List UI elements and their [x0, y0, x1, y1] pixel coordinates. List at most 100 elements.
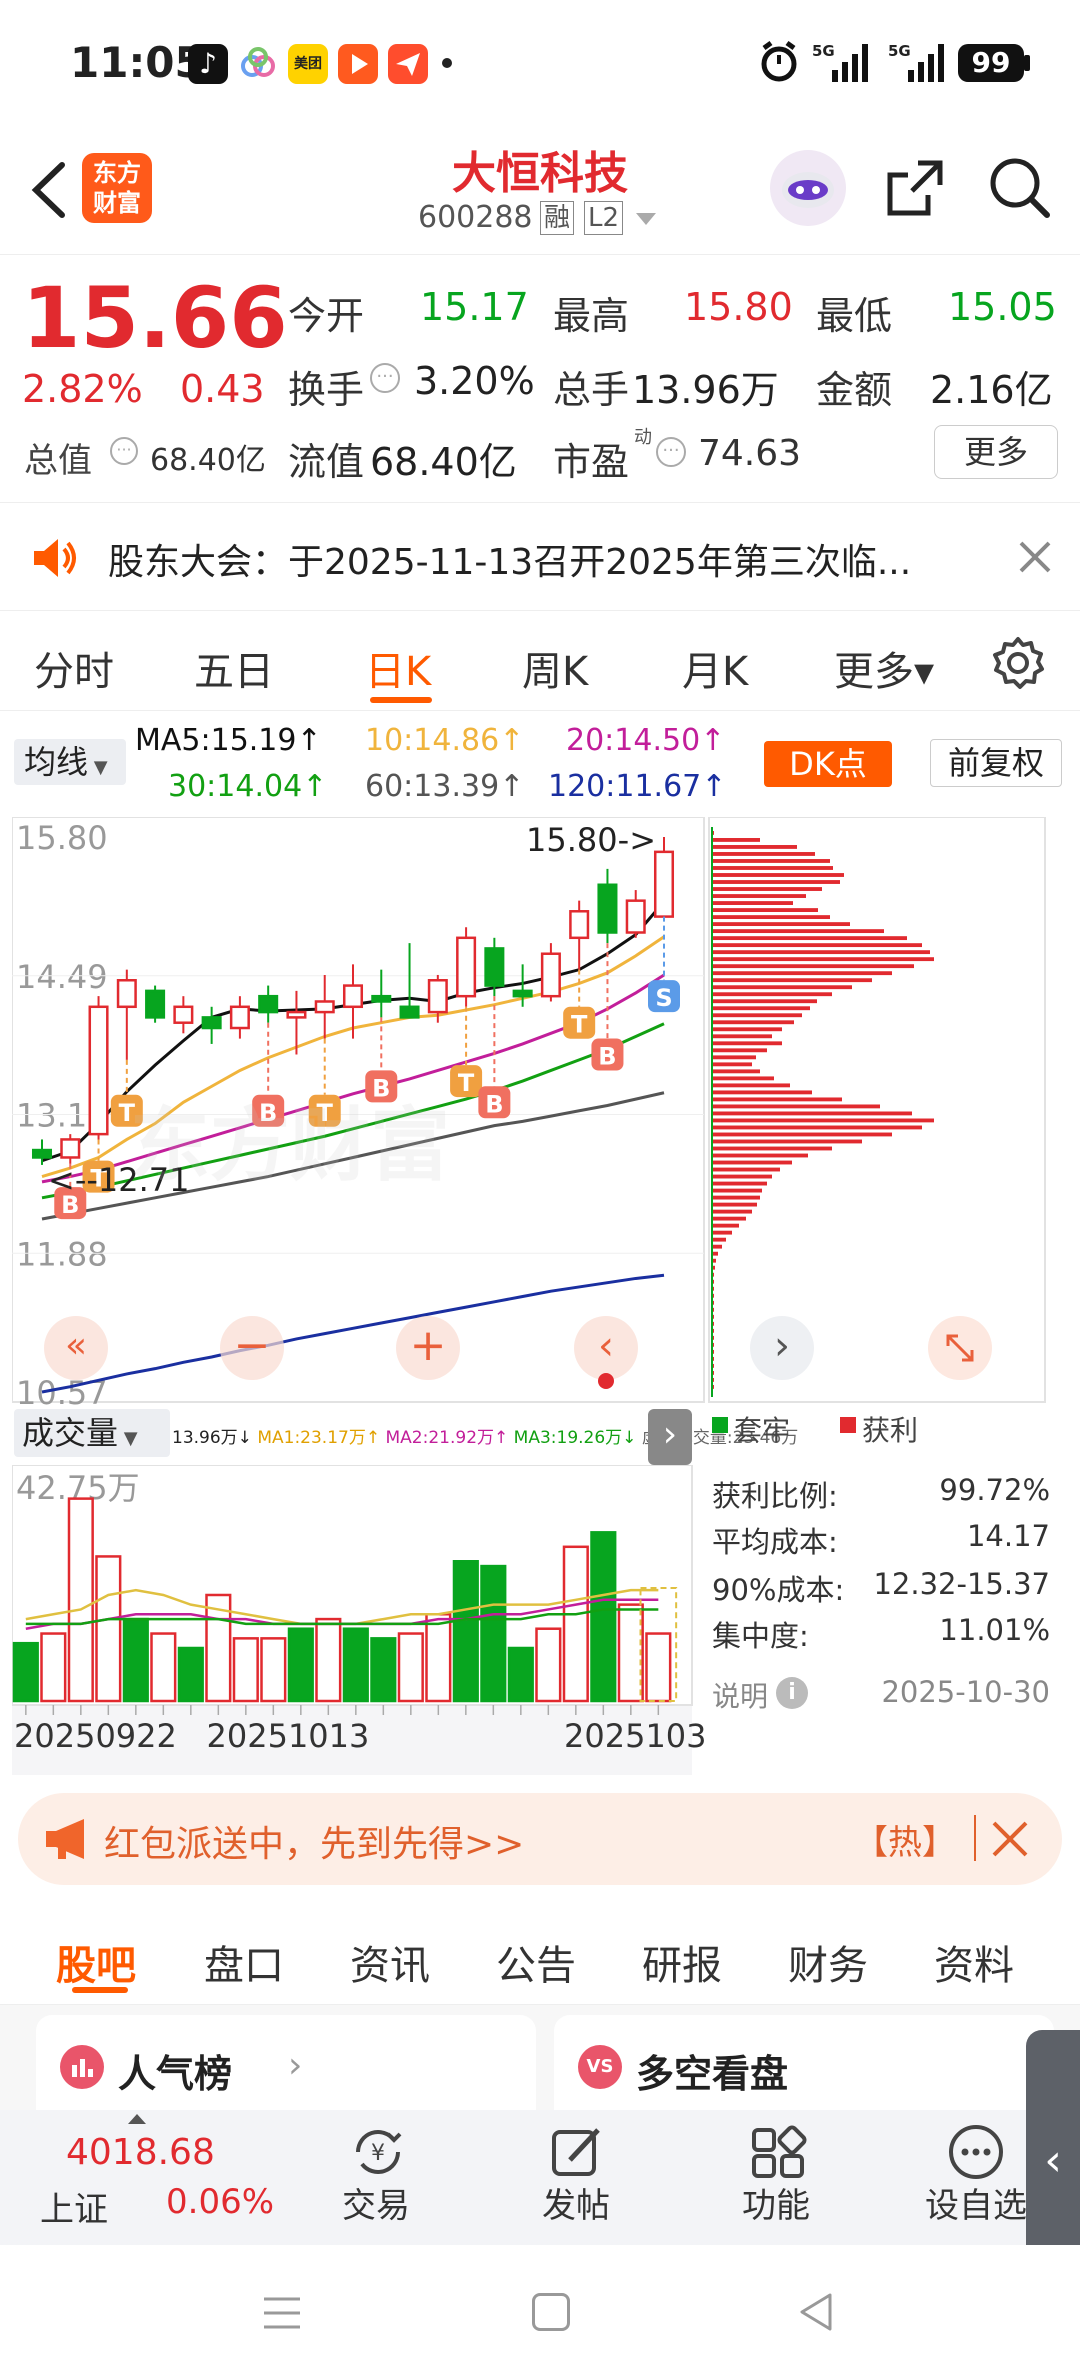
chip-bar [712, 1083, 790, 1088]
zoom-out-button[interactable]: − [220, 1316, 284, 1380]
cost90-label: 90%成本: [712, 1573, 845, 1607]
position-dot [598, 1373, 614, 1389]
zoom-in-button[interactable]: + [396, 1316, 460, 1380]
ai-assistant-avatar[interactable] [770, 150, 846, 226]
tab-weekly-k[interactable]: 周K [522, 639, 588, 697]
volume-bar [507, 1646, 534, 1703]
profit-ratio-label: 获利比例: [712, 1479, 838, 1513]
nav-trade[interactable]: ¥ 交易 [276, 2110, 476, 2245]
tab-profile[interactable]: 资料 [934, 1933, 1014, 1991]
volume-bar [590, 1531, 617, 1703]
tab-orderbook[interactable]: 盘口 [204, 1933, 284, 1991]
nav-functions[interactable]: 功能 [676, 2110, 876, 2245]
chip-bar [712, 1139, 862, 1144]
menu-icon[interactable] [262, 2295, 302, 2331]
tab-news[interactable]: 资讯 [350, 1933, 430, 1991]
expand-icon[interactable] [928, 1316, 992, 1380]
share-icon[interactable] [880, 153, 950, 223]
volume-expand-button[interactable]: › [648, 1409, 692, 1465]
close-icon[interactable] [1015, 537, 1055, 577]
pe-value: 74.63 [698, 433, 802, 474]
open-value: 15.17 [420, 285, 529, 329]
info-icon[interactable]: ··· [370, 363, 400, 393]
nav-post[interactable]: 发帖 [476, 2110, 676, 2245]
banner-close-icon[interactable] [988, 1817, 1032, 1861]
info-icon-2[interactable]: ··· [110, 437, 138, 465]
bull-bear-title: 多空看盘 [636, 2052, 789, 2096]
tab-research[interactable]: 研报 [642, 1933, 722, 1991]
bull-bear-card[interactable]: VS 多空看盘 [554, 2015, 1054, 2125]
chip-bar [712, 971, 892, 976]
chevron-down-icon[interactable] [636, 213, 656, 225]
chip-bar [712, 1111, 912, 1116]
index-name: 上证 [40, 2190, 108, 2230]
volume-legend: 13.96万↓ MA1:23.17万↑ MA2:21.92万↑ MA3:19.2… [172, 1423, 798, 1448]
chip-distribution-chart[interactable] [708, 817, 1048, 1407]
candle-body [88, 1005, 109, 1136]
send-app-icon [388, 44, 428, 84]
promo-banner[interactable]: 红包派送中，先到先得>> 【热】 [18, 1793, 1062, 1885]
bottom-nav: 4018.68 上证 0.06% ¥ 交易 发帖 功能 设自选 [0, 2110, 1080, 2245]
tab-five-day[interactable]: 五日 [194, 639, 274, 697]
home-icon[interactable] [532, 2293, 570, 2331]
amount-label: 金额 [816, 368, 893, 412]
candle-body [229, 1005, 250, 1030]
candle-body [201, 1016, 222, 1030]
tab-finance[interactable]: 财务 [788, 1933, 868, 1991]
notice-bar[interactable]: 股东大会：于2025-11-13召开2025年第三次临... [0, 503, 1080, 611]
tab-monthly-k[interactable]: 月K [682, 639, 748, 697]
more-notifications-icon [442, 58, 452, 68]
back-icon[interactable] [20, 155, 80, 225]
candle-body [145, 989, 166, 1019]
chip-next-button[interactable]: › [750, 1316, 814, 1380]
watermark: 东方财富 [130, 1099, 450, 1192]
volume-bar [150, 1632, 177, 1703]
tab-announcements[interactable]: 公告 [496, 1933, 576, 1991]
adjust-button[interactable]: 前复权 [930, 739, 1062, 787]
volume-selector[interactable]: 成交量 ▼ [14, 1409, 170, 1457]
candle-body [540, 952, 561, 998]
index-value[interactable]: 4018.68 [66, 2132, 215, 2173]
chip-bar [712, 1020, 794, 1025]
chip-bar [712, 1118, 934, 1123]
chip-bar [712, 845, 797, 849]
more-button[interactable]: 更多 [934, 425, 1058, 479]
profit-ratio-value: 99.72% [939, 1473, 1050, 1507]
float-cap-value: 68.40亿 [370, 440, 517, 484]
ma20-value: 20:14.50↑ [566, 723, 726, 758]
dk-point-button[interactable]: DK点 [764, 741, 892, 787]
chip-bar [712, 1202, 757, 1207]
signal-label: T [458, 1069, 475, 1097]
profit-swatch [840, 1417, 856, 1433]
market-cap-value: 68.40亿 [150, 443, 266, 478]
nav-functions-label: 功能 [742, 2186, 810, 2226]
scroll-left-fast-button[interactable]: « [44, 1316, 108, 1380]
back-triangle-icon[interactable] [796, 2291, 836, 2333]
tab-daily-k[interactable]: 日K [365, 639, 431, 697]
tab-more[interactable]: 更多▾ [834, 639, 934, 697]
volume-bar [397, 1632, 424, 1703]
candle-body [484, 947, 505, 987]
volume-value: 13.96万 [632, 368, 779, 412]
chip-date: 2025-10-30 [881, 1675, 1050, 1709]
info-circle-icon[interactable]: i [776, 1677, 808, 1709]
hot-tag: 【热】 [854, 1823, 956, 1863]
chevron-up-icon[interactable] [128, 2114, 146, 2124]
volume-chart[interactable]: 42.75万202509222025101320251030 [12, 1465, 704, 1775]
eastmoney-logo[interactable]: 东方 财富 [82, 153, 152, 223]
info-icon-3[interactable]: ··· [656, 437, 686, 467]
settings-gear-icon[interactable] [990, 635, 1046, 691]
volume-bar [452, 1560, 479, 1703]
chip-bar [712, 1097, 842, 1102]
popularity-card[interactable]: 人气榜 › [36, 2015, 536, 2125]
chip-bar [712, 943, 922, 948]
low-label: 最低 [816, 294, 893, 338]
volume-bar [617, 1603, 644, 1703]
ma-selector[interactable]: 均线 ▼ [14, 739, 126, 785]
candle-body [625, 899, 646, 934]
tab-intraday[interactable]: 分时 [34, 639, 114, 697]
scroll-left-button[interactable]: ‹ [574, 1316, 638, 1380]
period-tabs: 分时 五日 日K 周K 月K 更多▾ [0, 611, 1080, 711]
search-icon[interactable] [985, 153, 1055, 223]
tab-forum[interactable]: 股吧 [56, 1933, 136, 1991]
